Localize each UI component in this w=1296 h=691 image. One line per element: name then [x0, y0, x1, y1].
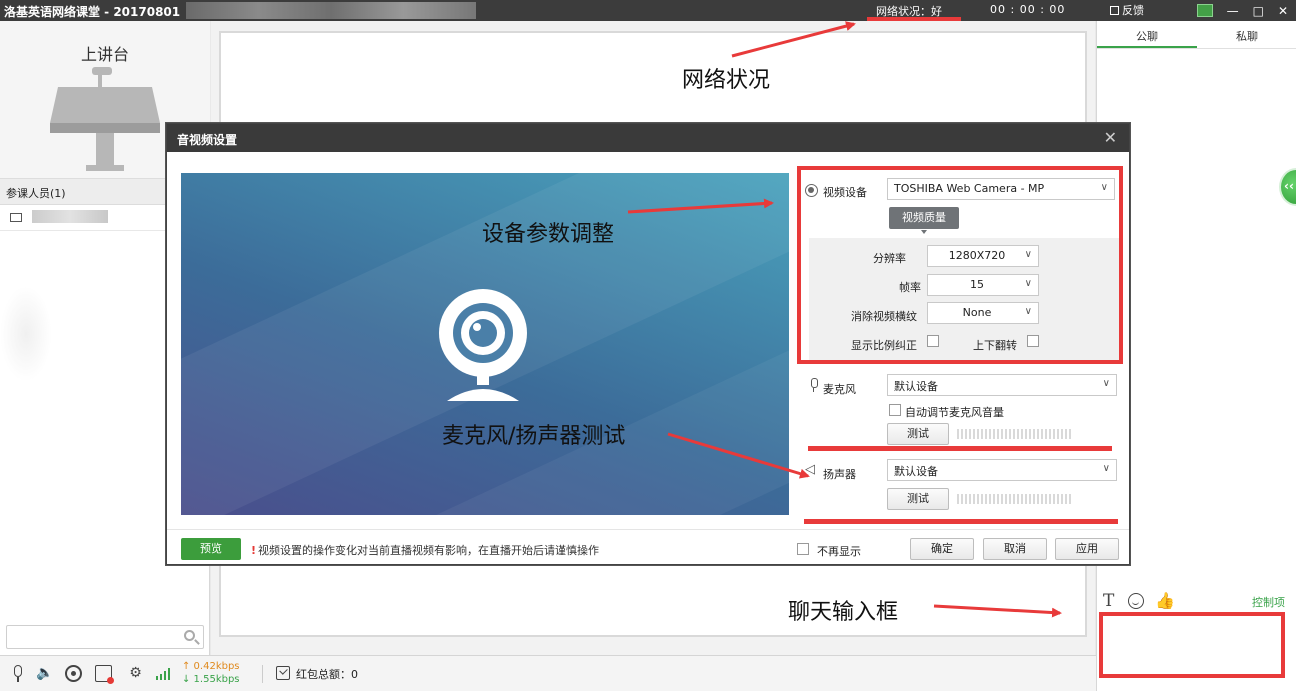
cancel-button[interactable]: 取消	[983, 538, 1047, 560]
chat-toolbar: T 👍 控制项	[1097, 587, 1296, 613]
chevron-down-icon: ∨	[1102, 378, 1110, 389]
microphone-select[interactable]: 默认设备 ∨	[887, 374, 1117, 396]
maximize-button[interactable]: □	[1253, 4, 1264, 18]
annotation-mic-underline	[808, 446, 1112, 451]
decorative-smudge-left	[0, 286, 52, 382]
mic-test-button[interactable]: 测试	[887, 423, 949, 445]
member-search-input[interactable]	[6, 625, 204, 649]
redacted-member-name	[31, 210, 108, 223]
upload-rate: ↑ 0.42kbps	[182, 661, 240, 672]
speaker-value: 默认设备	[894, 465, 938, 478]
dont-show-label: 不再显示	[817, 545, 861, 558]
emoji-icon[interactable]	[1128, 593, 1144, 609]
dialog-close-button[interactable]: ✕	[1104, 128, 1117, 147]
speaker-icon[interactable]: 🔈	[36, 665, 53, 682]
download-rate: ↓ 1.55kbps	[182, 674, 240, 685]
tab-private-chat[interactable]: 私聊	[1197, 21, 1296, 48]
settings-warning: ! 视频设置的操作变化对当前直播视频有影响，在直播开始后请谨慎操作	[251, 542, 599, 558]
monitor-icon	[10, 213, 22, 222]
toolbar-divider	[262, 665, 263, 683]
tab-public-chat[interactable]: 公聊	[1097, 21, 1197, 48]
annotation-device-params-label: 设备参数调整	[482, 222, 615, 247]
warning-mark: !	[251, 544, 257, 557]
redacted-title-area	[186, 2, 476, 19]
mic-level-meter	[957, 429, 1071, 439]
feedback-icon	[1110, 6, 1119, 15]
feedback-label: 反馈	[1122, 4, 1144, 17]
close-window-button[interactable]: ✕	[1278, 4, 1288, 18]
screen-share-icon[interactable]	[95, 665, 114, 684]
collapse-arrows-icon: ‹‹	[1284, 179, 1294, 193]
microphone-label: 麦克风	[823, 383, 856, 396]
speaker-label: 扬声器	[823, 468, 856, 481]
signal-strength-icon	[156, 668, 172, 680]
app-title: 洛基英语网络课堂 - 20170801	[4, 5, 181, 19]
dialog-title: 音视频设置	[177, 133, 238, 147]
microphone-small-icon	[809, 378, 819, 392]
bottom-toolbar: 🔈 ⚙ ↑ 0.42kbps ↓ 1.55kbps 红包总额：0	[0, 655, 1096, 691]
settings-gear-icon[interactable]: ⚙	[127, 665, 144, 682]
red-packet-icon[interactable]	[276, 666, 290, 680]
camera-icon[interactable]	[65, 665, 82, 682]
preview-button[interactable]: 预览	[181, 538, 241, 560]
dont-show-checkbox[interactable]	[797, 543, 809, 555]
annotation-network-label: 网络状况	[682, 68, 771, 93]
speaker-level-meter	[957, 494, 1071, 504]
title-bar: 洛基英语网络课堂 - 20170801 网络状况：好 00 : 00 : 00 …	[0, 0, 1296, 22]
search-icon[interactable]	[184, 630, 195, 641]
warning-text: 视频设置的操作变化对当前直播视频有影响，在直播开始后请谨慎操作	[258, 544, 600, 557]
podium-label: 上讲台	[80, 45, 129, 64]
auto-mic-volume-checkbox[interactable]	[889, 404, 901, 416]
bandwidth-rates: ↑ 0.42kbps ↓ 1.55kbps	[182, 660, 240, 686]
minimize-button[interactable]: —	[1227, 4, 1239, 18]
red-packet-total: 红包总额：0	[296, 668, 358, 681]
speaker-select[interactable]: 默认设备 ∨	[887, 459, 1117, 481]
auto-mic-volume-label: 自动调节麦克风音量	[905, 406, 1004, 419]
thumbs-up-icon[interactable]: 👍	[1155, 591, 1175, 610]
annotation-speaker-underline	[804, 519, 1118, 524]
chat-input-box[interactable]	[1099, 612, 1285, 678]
annotation-device-box	[797, 166, 1123, 364]
annotation-mic-speaker-label: 麦克风/扬声器测试	[442, 424, 626, 449]
microphone-value: 默认设备	[894, 380, 938, 393]
dialog-header: 音视频设置 ✕	[167, 124, 1129, 152]
webcam-icon	[439, 289, 527, 401]
mini-mode-button[interactable]	[1196, 4, 1213, 17]
chevron-down-icon: ∨	[1102, 463, 1110, 474]
feedback-button[interactable]: 反馈	[1110, 2, 1144, 18]
apply-button[interactable]: 应用	[1055, 538, 1119, 560]
ok-button[interactable]: 确定	[910, 538, 974, 560]
class-timer: 00 : 00 : 00	[990, 3, 1066, 16]
chat-tabs: 公聊 私聊	[1097, 21, 1296, 49]
speaker-test-button[interactable]: 测试	[887, 488, 949, 510]
window-controls: — □ ✕	[1196, 0, 1288, 21]
microphone-icon[interactable]	[9, 665, 26, 682]
text-format-icon[interactable]: T	[1103, 591, 1114, 611]
dialog-footer-divider	[167, 529, 1129, 530]
annotation-chat-input-label: 聊天输入框	[788, 600, 899, 625]
control-options-link[interactable]: 控制项	[1252, 594, 1285, 610]
speaker-small-icon: ◁	[805, 462, 815, 477]
podium-icon	[50, 67, 160, 171]
